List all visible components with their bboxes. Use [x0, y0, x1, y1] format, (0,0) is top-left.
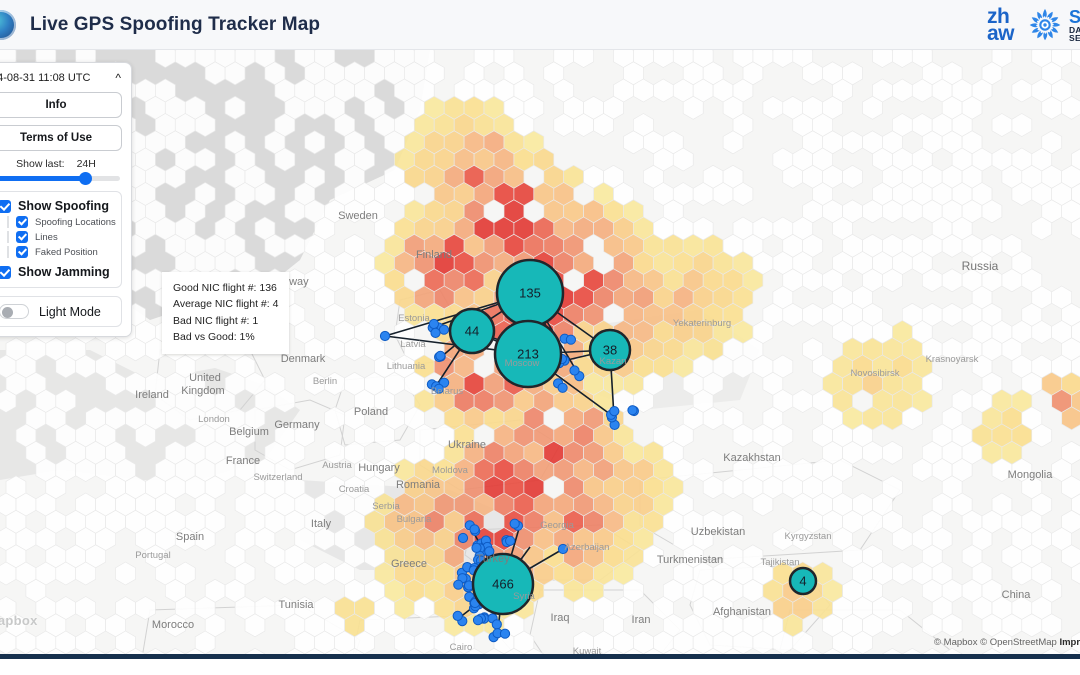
brand: Live GPS Spoofing Tracker Map — [0, 9, 321, 40]
control-panel[interactable]: 24-08-31 11:08 UTC ^ Info Terms of Use S… — [0, 62, 132, 337]
sks-sunburst-icon — [1029, 8, 1061, 41]
layer-toggles-group: Show Spoofing Spoofing Locations Lines F… — [0, 191, 122, 288]
cluster-count-label: 4 — [799, 574, 806, 589]
lines-checkbox-row[interactable]: Lines — [7, 231, 114, 243]
attribution-credits: © Mapbox © OpenStreetMap — [934, 637, 1060, 648]
show-last-value: 24H — [76, 158, 96, 170]
time-range-slider[interactable] — [0, 172, 122, 191]
show-last-label: Show last: — [16, 158, 65, 170]
cluster-count-label: 466 — [492, 577, 514, 592]
spoofing-location-dot[interactable] — [457, 532, 469, 544]
show-spoofing-checkbox-row[interactable]: Show Spoofing — [0, 199, 114, 213]
faked-position-label: Faked Position — [35, 246, 98, 258]
slider-thumb[interactable] — [78, 172, 92, 185]
sks-logo-sub-2: SERV — [1068, 33, 1080, 43]
spoofing-location-dot[interactable] — [557, 543, 569, 555]
map-canvas[interactable]: 135 44 213 38 466 4 Sweden Norway Finland Denmar… — [0, 50, 1080, 654]
panel-header[interactable]: 24-08-31 11:08 UTC ^ — [0, 71, 122, 92]
spoofing-cluster-bubble[interactable]: 4 — [788, 566, 818, 596]
spoofing-location-dot[interactable] — [509, 518, 520, 529]
spoofing-locations-checkbox-row[interactable]: Spoofing Locations — [7, 216, 116, 228]
faked-position-checkbox-row[interactable]: Faked Position — [7, 246, 114, 258]
spoofing-location-dot[interactable] — [569, 365, 580, 376]
app-footer — [0, 654, 1080, 675]
spoofing-location-dot[interactable] — [491, 619, 502, 630]
spoofing-location-dot[interactable] — [499, 628, 511, 639]
show-spoofing-label: Show Spoofing — [18, 199, 109, 213]
spoofing-location-dot[interactable] — [471, 542, 482, 553]
zhaw-logo: zh aw — [986, 4, 1015, 45]
cluster-count-label: 38 — [603, 343, 617, 358]
header-logos: zh aw S DA SE — [987, 0, 1080, 50]
cluster-count-label: 44 — [465, 324, 479, 339]
page-title: Live GPS Spoofing Tracker Map — [30, 13, 321, 35]
spoofing-location-dot[interactable] — [438, 324, 450, 335]
light-mode-label: Light Mode — [39, 304, 101, 319]
cluster-count-label: 135 — [519, 286, 541, 301]
sks-logo-text: SKS DATA SERV — [1069, 8, 1080, 43]
light-mode-toggle[interactable] — [0, 304, 29, 319]
light-mode-row[interactable]: Light Mode — [0, 296, 122, 327]
spoofing-location-dot[interactable] — [565, 334, 577, 345]
chevron-up-icon[interactable]: ^ — [115, 72, 121, 84]
sks-logo: SKS DATA SERV — [1028, 8, 1080, 43]
slider-fill — [0, 176, 86, 181]
spoofing-cluster-bubble[interactable]: 135 — [495, 258, 565, 328]
spoofing-cluster-bubble[interactable]: 44 — [448, 307, 496, 355]
spoofing-location-dot[interactable] — [627, 405, 638, 416]
checkbox-icon[interactable] — [0, 199, 11, 213]
cluster-count-label: 213 — [517, 347, 539, 362]
tooltip-line-3: Bad vs Good: 1% — [173, 330, 255, 343]
toggle-knob — [2, 307, 13, 318]
spoofing-location-dot[interactable] — [452, 610, 463, 622]
improve-map-link[interactable]: Improve th — [1059, 637, 1080, 648]
panel-timestamp: 24-08-31 11:08 UTC — [0, 72, 91, 84]
mapbox-watermark: mapbox — [0, 613, 38, 628]
show-last-row: Show last: 24H — [0, 158, 122, 170]
show-jamming-label: Show Jamming — [18, 265, 110, 279]
slider-track[interactable] — [0, 172, 120, 185]
globe-icon — [0, 9, 16, 40]
info-button[interactable]: Info — [0, 92, 122, 118]
spoofing-cluster-bubble[interactable]: 213 — [493, 319, 563, 389]
footer-accent-bar — [0, 654, 1080, 659]
spoofing-locations-label: Spoofing Locations — [35, 216, 116, 228]
tooltip-line-2: Bad NIC flight #: 1 — [173, 314, 259, 327]
spoofing-location-dot[interactable] — [505, 535, 516, 546]
map-attribution[interactable]: © Mapbox © OpenStreetMap Improve th — [934, 637, 1080, 648]
checkbox-icon[interactable] — [16, 246, 28, 258]
spoofing-location-dot[interactable] — [557, 382, 568, 393]
show-jamming-checkbox-row[interactable]: Show Jamming — [0, 265, 114, 279]
checkbox-icon[interactable] — [16, 216, 28, 228]
spoofing-cluster-bubble[interactable]: 466 — [471, 552, 535, 616]
spoofing-location-dot[interactable] — [472, 615, 484, 626]
spoofing-location-dot[interactable] — [435, 350, 446, 361]
checkbox-icon[interactable] — [16, 231, 28, 243]
app-header: Live GPS Spoofing Tracker Map zh aw S DA… — [0, 0, 1080, 50]
sks-logo-name: SKS — [1068, 6, 1080, 27]
hexbin-tooltip: Good NIC flight #: 136 Average NIC flight… — [162, 272, 290, 355]
spoofing-location-dot[interactable] — [469, 524, 480, 535]
spoofing-location-dot[interactable] — [453, 579, 464, 590]
tooltip-line-0: Good NIC flight #: 136 — [173, 282, 277, 294]
spoofing-location-dot[interactable] — [433, 383, 444, 394]
spoofing-location-dot[interactable] — [609, 406, 620, 417]
terms-of-use-button[interactable]: Terms of Use — [0, 125, 122, 151]
spoofing-cluster-bubble[interactable]: 38 — [588, 328, 632, 372]
lines-label: Lines — [35, 231, 58, 243]
checkbox-icon[interactable] — [0, 265, 11, 279]
tooltip-line-1: Average NIC flight #: 4 — [173, 298, 279, 311]
spoofing-location-dot[interactable] — [379, 330, 391, 342]
app-root: Live GPS Spoofing Tracker Map zh aw S DA… — [0, 0, 1080, 675]
spoofing-location-dot[interactable] — [430, 327, 441, 338]
spoofing-location-dot[interactable] — [428, 318, 439, 330]
